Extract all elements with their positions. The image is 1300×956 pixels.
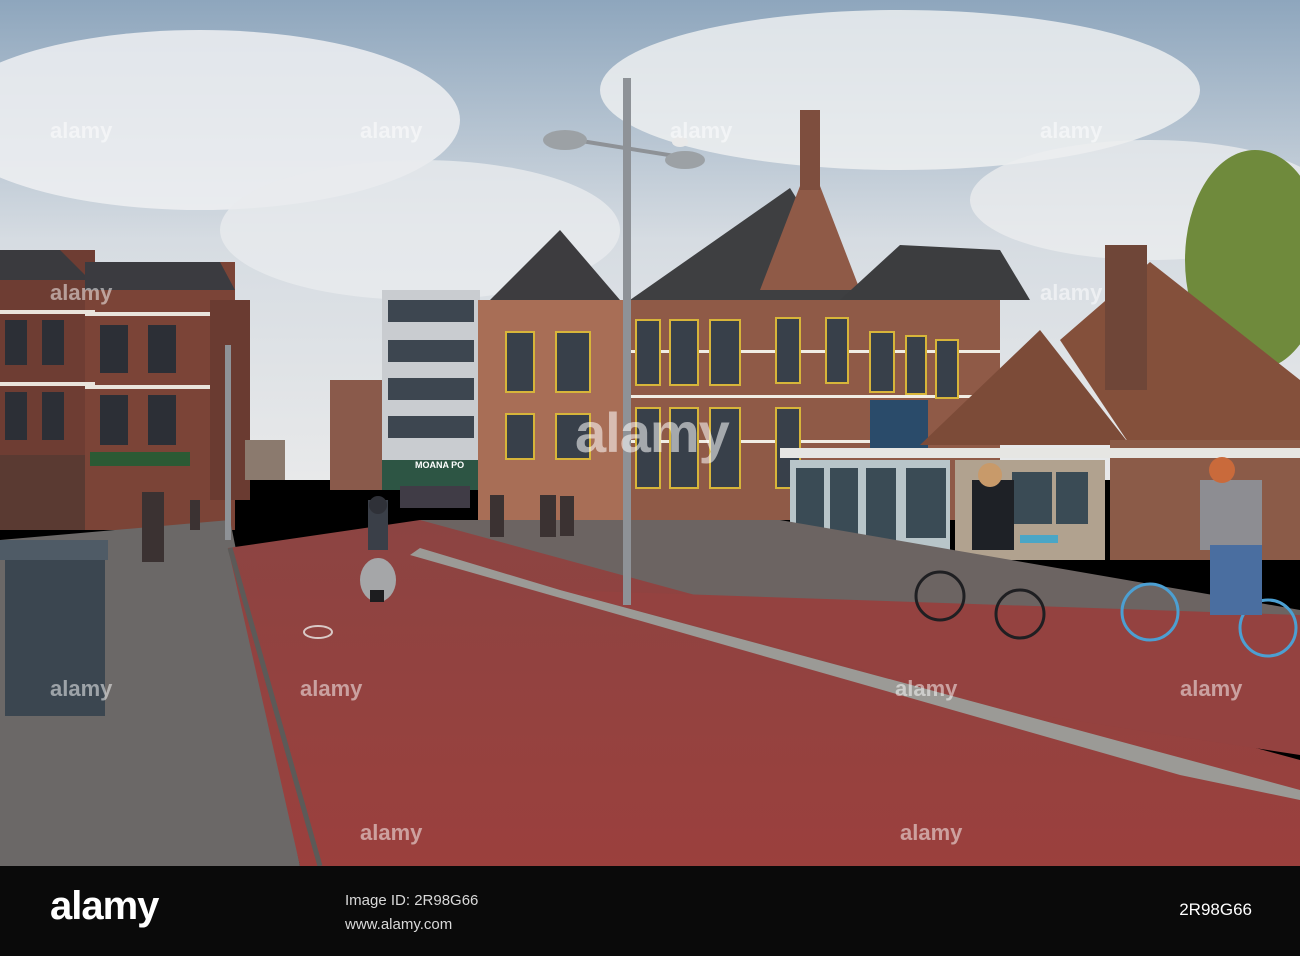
watermark-tile: alamy — [1040, 118, 1103, 143]
watermark-tile: alamy — [360, 820, 423, 845]
watermark-tile: alamy — [900, 820, 963, 845]
left-townhouses — [0, 250, 250, 530]
watermark-center: alamy — [575, 401, 730, 464]
footer-bar — [0, 866, 1300, 956]
footer-image-id-line: Image ID: 2R98G66 — [345, 892, 479, 909]
watermark-tile: alamy — [50, 280, 113, 305]
watermark-tile: alamy — [50, 118, 113, 143]
alamy-logo: alamy — [50, 884, 159, 928]
footer-url: www.alamy.com — [345, 916, 453, 933]
watermark-tile: alamy — [360, 118, 423, 143]
watermark-tile: alamy — [670, 118, 733, 143]
watermark-tile: alamy — [1180, 676, 1243, 701]
shop-sign: MOANA PO — [415, 460, 464, 470]
image-id: 2R98G66 — [1179, 900, 1252, 919]
office-building: MOANA PO — [382, 290, 480, 508]
photo-stage: MOANA PO alamy alamy alamy alamy alamy a… — [0, 0, 1300, 956]
watermark-tile: alamy — [895, 676, 958, 701]
watermark-tile: alamy — [1040, 280, 1103, 305]
watermark-tile: alamy — [50, 676, 113, 701]
watermark-tile: alamy — [300, 676, 363, 701]
